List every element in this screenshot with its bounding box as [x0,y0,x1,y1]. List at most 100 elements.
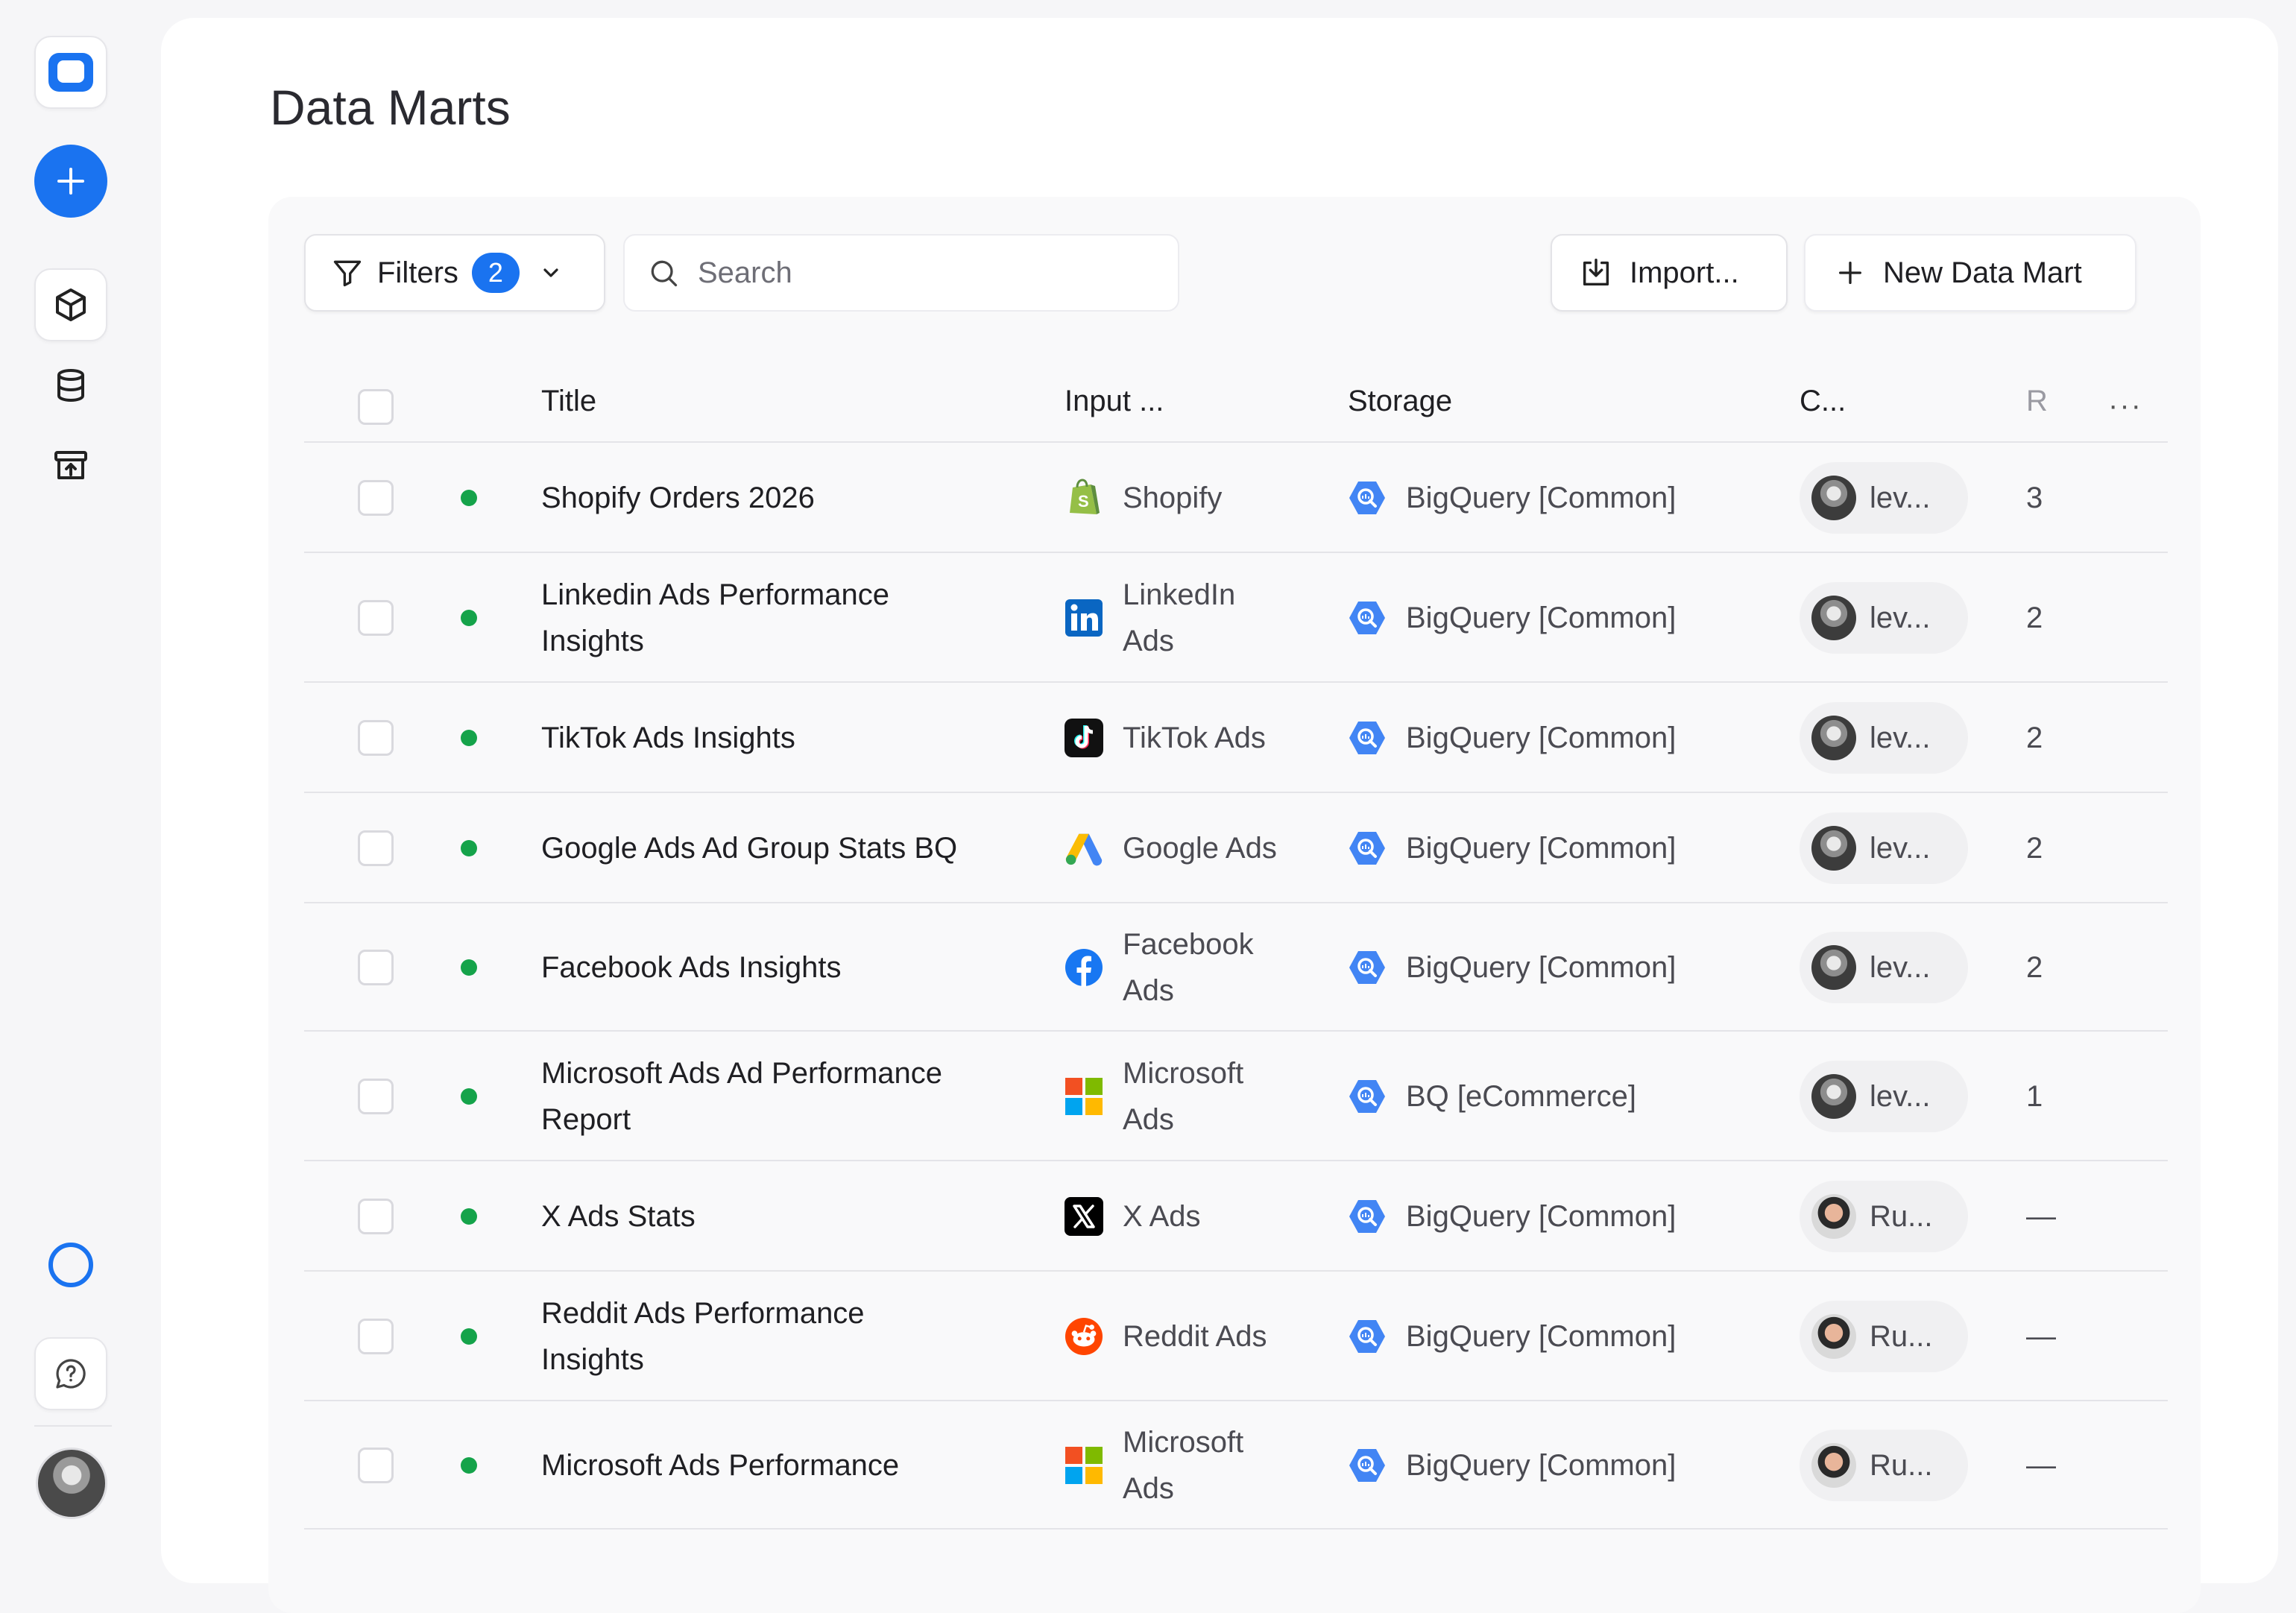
row-storage: BigQuery [Common] [1348,1313,1676,1360]
column-creator[interactable]: C... [1800,385,1846,418]
help-chat-icon [56,1359,86,1389]
search-input[interactable]: Search [623,234,1179,312]
owner-chip[interactable]: lev... [1800,582,1968,654]
row-checkbox[interactable] [358,1079,394,1114]
user-avatar[interactable] [36,1448,107,1519]
row-title[interactable]: Facebook Ads Insights [541,944,1018,991]
progress-button[interactable] [34,1228,107,1301]
owner-avatar [1811,1443,1856,1488]
row-title[interactable]: TikTok Ads Insights [541,715,1018,761]
row-storage: BigQuery [Common] [1348,1442,1676,1489]
row-title[interactable]: Shopify Orders 2026 [541,475,1018,521]
owner-avatar [1811,596,1856,640]
owner-chip[interactable]: lev... [1800,462,1968,534]
row-checkbox[interactable] [358,1448,394,1483]
bigquery-icon [1348,1077,1387,1116]
owner-avatar [1811,1194,1856,1239]
owner-name: lev... [1870,1079,1931,1113]
table-row[interactable]: Google Ads Ad Group Stats BQ Google Ads Bi… [304,793,2168,903]
owner-chip[interactable]: lev... [1800,702,1968,774]
column-reports[interactable]: R [2026,385,2051,418]
table-row[interactable]: Facebook Ads Insights Facebook Ads BigQuery… [304,903,2168,1032]
row-checkbox[interactable] [358,1199,394,1234]
shopify-icon: S [1065,479,1103,517]
row-checkbox[interactable] [358,1319,394,1354]
row-input-source: Reddit Ads [1065,1313,1309,1360]
row-input-label: TikTok Ads [1123,715,1309,761]
row-input-line: Shopify [1123,482,1223,514]
chevron-down-icon [543,268,558,277]
table-row[interactable]: Shopify Orders 2026 S Shopify BigQuery [Com… [304,443,2168,553]
row-input-line: Reddit Ads [1123,1320,1267,1353]
owner-chip[interactable]: Ru... [1800,1181,1968,1252]
row-input-source: Facebook Ads [1065,921,1309,1014]
page-title: Data Marts [270,80,511,135]
cube-icon [56,288,86,321]
table-row[interactable]: Microsoft Ads Ad Performance Report Micros… [304,1032,2168,1161]
row-storage: BigQuery [Common] [1348,715,1676,761]
row-title[interactable]: Reddit Ads Performance Insights [541,1290,1018,1383]
column-input-source[interactable]: Input ... [1065,385,1164,418]
search-placeholder: Search [698,256,792,289]
row-report-count: — [2026,1449,2056,1482]
row-checkbox[interactable] [358,480,394,516]
plus-icon [1839,262,1861,284]
table-row[interactable]: Linkedin Ads Performance Insights LinkedIn… [304,553,2168,683]
row-title-line: Microsoft Ads Ad Performance [541,1057,943,1090]
row-title[interactable]: Microsoft Ads Performance [541,1442,1018,1489]
table-row[interactable]: X Ads Stats X Ads BigQuery [Common] Ru... — [304,1161,2168,1272]
row-title-line: Linkedin Ads Performance [541,578,889,611]
new-data-mart-button[interactable]: New Data Mart [1804,234,2136,312]
nav-storages[interactable] [34,349,107,422]
row-checkbox[interactable] [358,830,394,866]
owner-name: lev... [1870,721,1931,754]
row-title-line: Microsoft Ads Performance [541,1449,900,1482]
owner-chip[interactable]: Ru... [1800,1430,1968,1501]
app-logo-button[interactable] [34,36,107,109]
row-input-source: X Ads [1065,1193,1309,1240]
row-title[interactable]: Google Ads Ad Group Stats BQ [541,825,1018,871]
linkedin-icon [1065,599,1103,637]
row-title[interactable]: X Ads Stats [541,1193,1018,1240]
owner-chip[interactable]: lev... [1800,812,1968,884]
filters-count-badge: 2 [471,253,520,293]
nav-destinations[interactable] [34,429,107,502]
row-title-line: Insights [541,625,644,657]
owner-avatar [1811,1314,1856,1359]
table-row[interactable]: TikTok Ads Insights TikTok Ads BigQuery [C… [304,683,2168,793]
row-report-count: 1 [2026,1080,2043,1113]
owner-chip[interactable]: lev... [1800,1061,1968,1132]
row-checkbox[interactable] [358,950,394,985]
column-options-icon[interactable]: ··· [2108,389,2142,423]
create-button[interactable] [34,145,107,218]
column-title[interactable]: Title [541,385,596,418]
new-data-mart-label: New Data Mart [1883,256,2082,289]
select-all-checkbox[interactable] [358,389,394,425]
row-checkbox[interactable] [358,720,394,756]
owner-chip[interactable]: lev... [1800,932,1968,1003]
bigquery-icon [1348,1197,1387,1236]
nav-data-marts[interactable] [34,268,107,341]
row-checkbox[interactable] [358,600,394,636]
bigquery-icon [1348,1317,1387,1356]
row-storage: BigQuery [Common] [1348,475,1676,521]
column-storage[interactable]: Storage [1348,385,1452,418]
import-button[interactable]: Import... [1551,234,1788,312]
row-input-label: Facebook Ads [1123,921,1309,1014]
owner-chip[interactable]: Ru... [1800,1301,1968,1372]
row-input-label: Microsoft Ads [1123,1419,1309,1512]
google-ads-icon [1065,829,1103,868]
help-button[interactable] [34,1337,107,1410]
row-title[interactable]: Microsoft Ads Ad Performance Report [541,1050,1018,1143]
row-input-line: Google Ads [1123,832,1277,865]
tiktok-icon [1065,719,1103,757]
row-storage-label: BigQuery [Common] [1406,951,1677,984]
filters-button[interactable]: Filters 2 [304,234,605,312]
row-title[interactable]: Linkedin Ads Performance Insights [541,572,1018,664]
table-row[interactable]: Microsoft Ads Performance Microsoft Ads Big… [304,1401,2168,1530]
owner-name: lev... [1870,831,1931,865]
table-row[interactable]: Reddit Ads Performance Insights Reddit Ads… [304,1272,2168,1401]
main-panel: Data Marts Filters 2 Search Import... Ne… [161,18,2278,1613]
row-input-line: TikTok Ads [1123,722,1266,754]
row-storage: BigQuery [Common] [1348,595,1676,641]
